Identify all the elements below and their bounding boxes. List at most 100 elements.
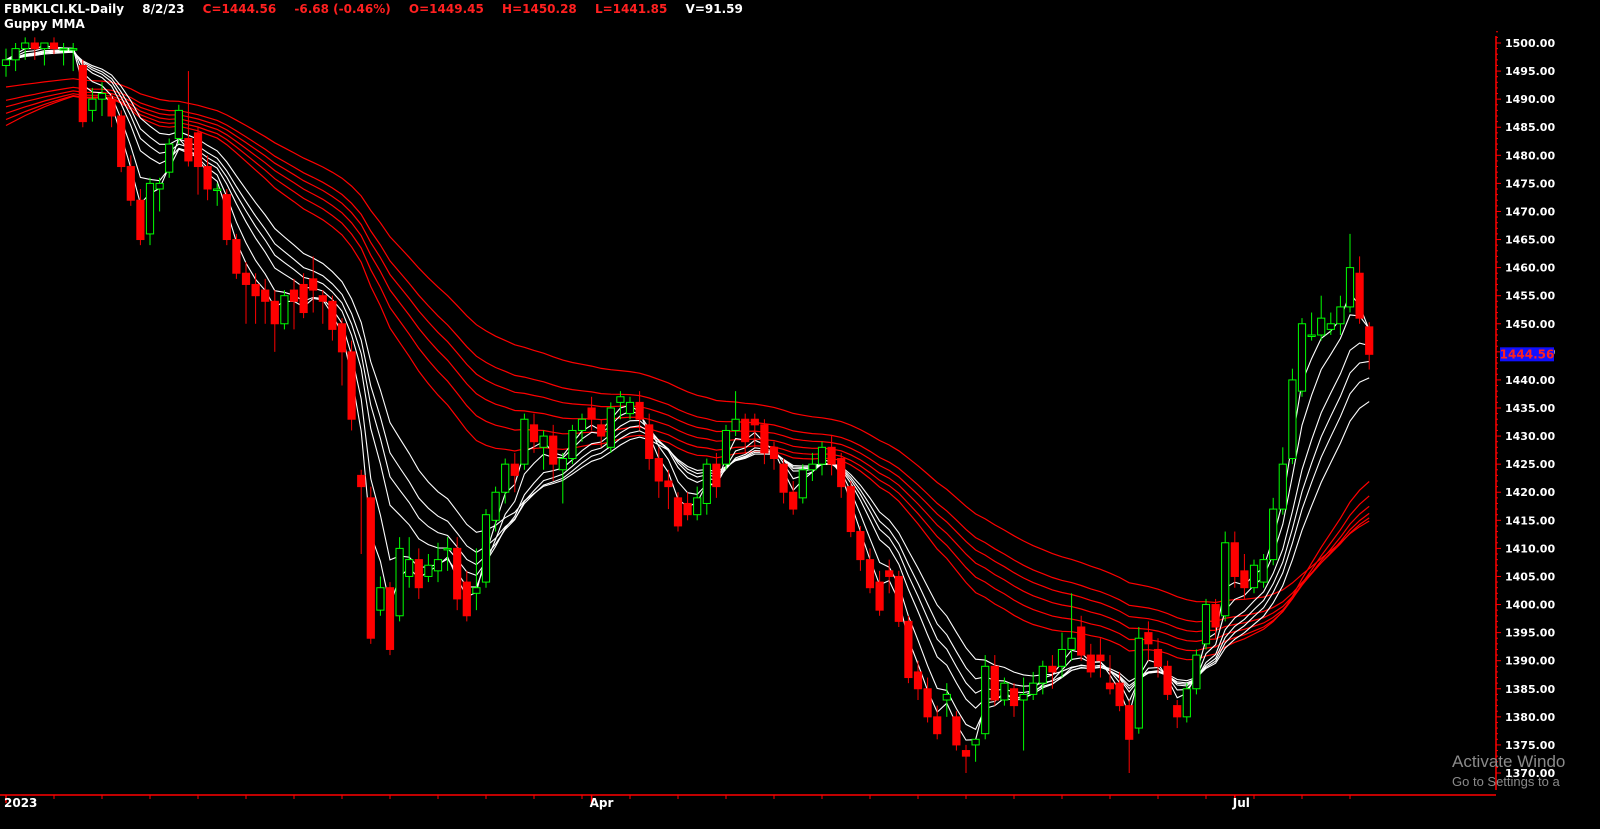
candle-body-bear xyxy=(894,575,903,622)
candle xyxy=(1019,677,1028,751)
candle xyxy=(731,391,740,437)
candle-body-bull xyxy=(424,564,433,577)
candle-body-bear xyxy=(952,716,961,746)
candle xyxy=(472,548,481,611)
candle xyxy=(1297,318,1307,397)
y-tick-label: 1420.00 xyxy=(1505,486,1555,499)
candle-body-bull xyxy=(501,463,510,493)
close-value: C=1444.56 xyxy=(202,2,277,16)
candle-body-bear xyxy=(232,239,241,274)
chart-axes xyxy=(0,36,1497,796)
candle xyxy=(213,183,222,206)
time-axis[interactable]: 2023 Apr Jul xyxy=(4,795,1351,810)
candle-body-bear xyxy=(865,559,875,589)
candle-body-bull xyxy=(1182,688,1191,718)
candle-body-bear xyxy=(789,491,798,510)
candle xyxy=(491,486,500,532)
candle xyxy=(462,570,471,622)
long-mma-line-60 xyxy=(5,78,1370,604)
candle xyxy=(1201,598,1211,650)
candle-body-bear xyxy=(846,486,855,533)
candle xyxy=(1336,295,1345,335)
candle xyxy=(760,419,769,465)
candle-body-bull xyxy=(1249,564,1259,589)
candle-body-bear xyxy=(1086,654,1095,673)
candle-body-bull xyxy=(88,98,97,111)
candle xyxy=(395,537,404,622)
candle-body-bull xyxy=(1345,267,1355,308)
candle-body-bear xyxy=(827,446,836,465)
candle-body-bear xyxy=(328,300,337,330)
candle-body-bull xyxy=(1297,323,1307,392)
candle-body-bull xyxy=(1029,682,1038,695)
candle-body-bear xyxy=(261,289,270,302)
candle-body-bear xyxy=(462,581,471,617)
indicator-label: Guppy MMA xyxy=(4,17,85,31)
candle xyxy=(117,110,126,173)
candle xyxy=(347,340,356,431)
candle-body-bear xyxy=(510,463,519,476)
candle-body-bull xyxy=(21,42,30,50)
candle-body-bull xyxy=(606,407,615,448)
candle xyxy=(529,413,539,453)
candle-body-bear xyxy=(760,424,769,454)
candle-body-bull xyxy=(433,559,443,572)
candle-body-bear xyxy=(385,587,395,650)
candle xyxy=(539,430,548,470)
candle xyxy=(453,537,462,611)
x-tick-label: Jul xyxy=(1232,796,1250,810)
candle-body-bear xyxy=(837,458,846,488)
candle-body-bear xyxy=(549,435,558,465)
candle-body-bull xyxy=(1278,463,1287,510)
candle-body-bull xyxy=(1067,637,1076,650)
candle xyxy=(357,469,366,554)
y-tick-label: 1475.00 xyxy=(1505,177,1555,190)
candle xyxy=(654,447,663,498)
candle xyxy=(990,655,999,706)
candle-body-bear xyxy=(664,480,673,488)
candle xyxy=(376,576,385,616)
y-tick-label: 1425.00 xyxy=(1505,458,1555,471)
chart-header: FBMKLCI.KL-Daily 8/2/23 C=1444.56 -6.68 … xyxy=(4,2,757,16)
candle-body-bull xyxy=(625,401,635,415)
candle-body-bull xyxy=(213,188,222,191)
guppy-short-mma-lines xyxy=(5,45,1370,741)
candle xyxy=(366,486,375,644)
candle-body-bull xyxy=(443,547,452,551)
candle-body-bull xyxy=(702,463,711,504)
y-tick-label: 1435.00 xyxy=(1505,402,1555,415)
candle-body-bear xyxy=(1153,648,1163,667)
candle-body-bear xyxy=(78,64,87,123)
candle-body-bear xyxy=(529,424,539,443)
price-axis[interactable]: 1370.001375.001380.001385.001390.001395.… xyxy=(1496,31,1555,780)
y-tick-label: 1440.00 xyxy=(1505,374,1555,387)
candle xyxy=(1317,295,1326,341)
candle-body-bull xyxy=(1317,317,1326,336)
candle-body-bull xyxy=(1201,604,1211,645)
candle xyxy=(443,537,452,571)
candle-body-bear xyxy=(1144,632,1153,645)
y-tick-label: 1500.00 xyxy=(1505,37,1555,50)
candle xyxy=(1278,447,1287,515)
candle xyxy=(673,492,683,532)
candle xyxy=(318,290,327,324)
candle-body-bear xyxy=(270,300,279,325)
last-price-tag: 1444.56 xyxy=(1500,347,1554,362)
candle xyxy=(126,155,135,206)
candle-body-bear xyxy=(414,559,423,589)
y-tick-label: 1410.00 xyxy=(1505,542,1555,555)
candle-body-bear xyxy=(366,497,375,639)
candle xyxy=(961,744,971,773)
candle xyxy=(865,548,875,594)
candle xyxy=(222,189,231,246)
candle-body-bull xyxy=(481,514,491,583)
candle-body-bull xyxy=(11,48,20,61)
y-tick-label: 1485.00 xyxy=(1505,121,1555,134)
candle-body-bear xyxy=(741,418,750,443)
price-chart[interactable]: 1370.001375.001380.001385.001390.001395.… xyxy=(0,0,1600,829)
candle xyxy=(587,396,596,431)
candle-body-bear xyxy=(49,42,59,50)
candle xyxy=(817,441,827,476)
candle-body-bear xyxy=(587,407,596,420)
candle-body-bear xyxy=(933,716,942,735)
